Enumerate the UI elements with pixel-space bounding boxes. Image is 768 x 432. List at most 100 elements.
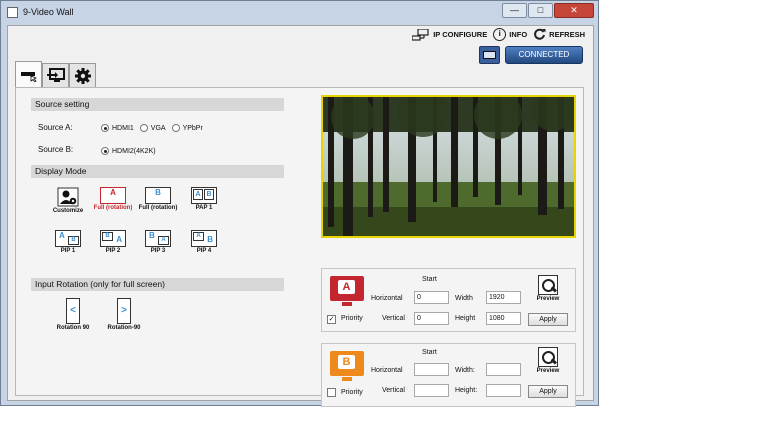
radio-hdmi1-label: HDMI1: [112, 124, 134, 132]
source-a-width-input[interactable]: 1920: [486, 291, 521, 304]
source-b-width-input[interactable]: [486, 363, 521, 376]
source-b-height-label: Height:: [455, 387, 478, 394]
mode-full-a-label: Full (rotation): [93, 205, 133, 211]
display-tab-icon: [46, 68, 65, 82]
source-b-apply-button[interactable]: Apply: [528, 385, 568, 398]
source-tab-icon: [20, 71, 37, 82]
forest-scene-image: [323, 97, 574, 236]
window-title: 9-Video Wall: [23, 7, 74, 17]
source-a-monitor-icon: A: [330, 276, 364, 306]
source-a-radio-group: HDMI1 VGA YPbPr: [101, 124, 203, 132]
source-a-vertical-input[interactable]: 0: [414, 312, 449, 325]
source-b-monitor-icon: B: [330, 351, 364, 381]
source-a-horizontal-input[interactable]: 0: [414, 291, 449, 304]
tab-settings[interactable]: [69, 63, 96, 87]
rotation-minus-90-icon: >: [117, 298, 131, 324]
pip1-icon: AB: [55, 230, 81, 247]
pap1-icon: AB: [191, 187, 217, 204]
app-window: 9-Video Wall — □ ✕ IP CONFIGURE i INFO R…: [0, 0, 599, 407]
source-a-horizontal-label: Horizontal: [371, 295, 403, 302]
close-button[interactable]: ✕: [554, 3, 594, 18]
rotation-90-button[interactable]: < Rotation 90: [48, 298, 98, 331]
mode-full-b[interactable]: B Full (rotation): [138, 187, 178, 212]
input-rotation-header: Input Rotation (only for full screen): [31, 278, 284, 291]
radio-hdmi2-4k2k[interactable]: HDMI2(4K2K): [101, 147, 156, 155]
top-toolbar: IP CONFIGURE i INFO REFRESH: [412, 28, 585, 41]
app-icon: [7, 6, 18, 18]
source-a-priority-label: Priority: [341, 315, 363, 322]
tab-strip: [15, 61, 96, 87]
source-b-horizontal-input[interactable]: [414, 363, 449, 376]
mode-pap1-label: PAP 1: [195, 205, 213, 211]
source-b-vertical-label: Vertical: [382, 387, 405, 394]
display-mode-header: Display Mode: [31, 165, 284, 178]
mode-pip2[interactable]: BA PIP 2: [93, 230, 133, 255]
source-a-vertical-label: Vertical: [382, 315, 405, 322]
mode-pip3[interactable]: BA PIP 3: [138, 230, 178, 255]
tab-source[interactable]: [15, 61, 42, 87]
mode-customize[interactable]: Customize: [48, 187, 88, 215]
mode-pip1[interactable]: AB PIP 1: [48, 230, 88, 255]
mode-full-a[interactable]: A Full (rotation): [93, 187, 133, 212]
maximize-button[interactable]: □: [528, 3, 553, 18]
source-b-priority-label: Priority: [341, 389, 363, 396]
source-b-label: Source B:: [38, 145, 74, 154]
rotation-minus-90-label: Rotation-90: [107, 325, 141, 331]
radio-hdmi2-dot: [101, 147, 109, 155]
info-button[interactable]: i INFO: [493, 28, 527, 41]
pip2-icon: BA: [100, 230, 126, 247]
ip-configure-label: IP CONFIGURE: [433, 30, 488, 39]
ip-configure-button[interactable]: IP CONFIGURE: [412, 28, 488, 41]
source-b-preview-button[interactable]: Preview: [536, 347, 560, 374]
settings-gear-icon: [74, 67, 91, 84]
radio-vga[interactable]: VGA: [139, 124, 166, 132]
full-b-letter: B: [155, 188, 161, 197]
source-setting-header: Source setting: [31, 98, 284, 111]
source-b-height-input[interactable]: [486, 384, 521, 397]
source-a-config-panel: A Start Horizontal 0 Width 1920 Preview …: [321, 268, 576, 332]
keyboard-button[interactable]: [479, 46, 500, 64]
source-b-vertical-input[interactable]: [414, 384, 449, 397]
source-b-horizontal-label: Horizontal: [371, 367, 403, 374]
info-icon: i: [493, 28, 507, 41]
info-label: INFO: [509, 30, 528, 39]
source-b-preview-label: Preview: [536, 368, 560, 374]
source-b-priority-checkbox[interactable]: [327, 388, 336, 397]
customize-user-gear-icon: [57, 187, 79, 207]
source-a-height-input[interactable]: 1080: [486, 312, 521, 325]
source-b-width-label: Width:: [455, 367, 475, 374]
tab-display[interactable]: [42, 63, 69, 87]
source-a-height-label: Height: [455, 315, 476, 322]
network-config-icon: [412, 28, 429, 41]
pip3-icon: BA: [145, 230, 171, 247]
radio-hdmi2-label: HDMI2(4K2K): [112, 147, 156, 155]
source-a-width-label: Width: [455, 295, 473, 302]
minimize-button[interactable]: —: [502, 3, 527, 18]
refresh-icon: [534, 28, 546, 40]
refresh-label: REFRESH: [549, 30, 585, 39]
radio-hdmi1-dot: [101, 124, 109, 132]
refresh-button[interactable]: REFRESH: [533, 28, 585, 41]
source-a-apply-button[interactable]: Apply: [528, 313, 568, 326]
keyboard-icon: [483, 51, 496, 59]
video-preview-image: [321, 95, 576, 238]
source-b-start-label: Start: [422, 349, 437, 356]
radio-ypbpr[interactable]: YPbPr: [171, 124, 203, 132]
full-b-icon: B: [145, 187, 171, 204]
full-a-icon: A: [100, 187, 126, 204]
source-a-preview-button[interactable]: Preview: [536, 275, 560, 302]
source-a-priority-checkbox[interactable]: ✓: [327, 315, 336, 324]
radio-vga-dot: [139, 124, 148, 132]
title-bar: 9-Video Wall — □ ✕: [1, 1, 598, 23]
full-a-letter: A: [110, 188, 116, 197]
magnifier-icon: [538, 347, 558, 367]
radio-ypbpr-dot: [171, 124, 180, 132]
radio-hdmi1[interactable]: HDMI1: [101, 124, 134, 132]
connected-button[interactable]: CONNECTED: [505, 46, 583, 64]
mode-pip4[interactable]: AB PIP 4: [184, 230, 224, 255]
mode-pip2-label: PIP 2: [105, 248, 121, 254]
rotation-minus-90-button[interactable]: > Rotation-90: [99, 298, 149, 331]
main-panel: Source setting Source A: HDMI1 VGA YPbPr…: [15, 87, 584, 407]
mode-pap1[interactable]: AB PAP 1: [184, 187, 224, 212]
source-b-radio-group: HDMI2(4K2K): [101, 147, 156, 155]
